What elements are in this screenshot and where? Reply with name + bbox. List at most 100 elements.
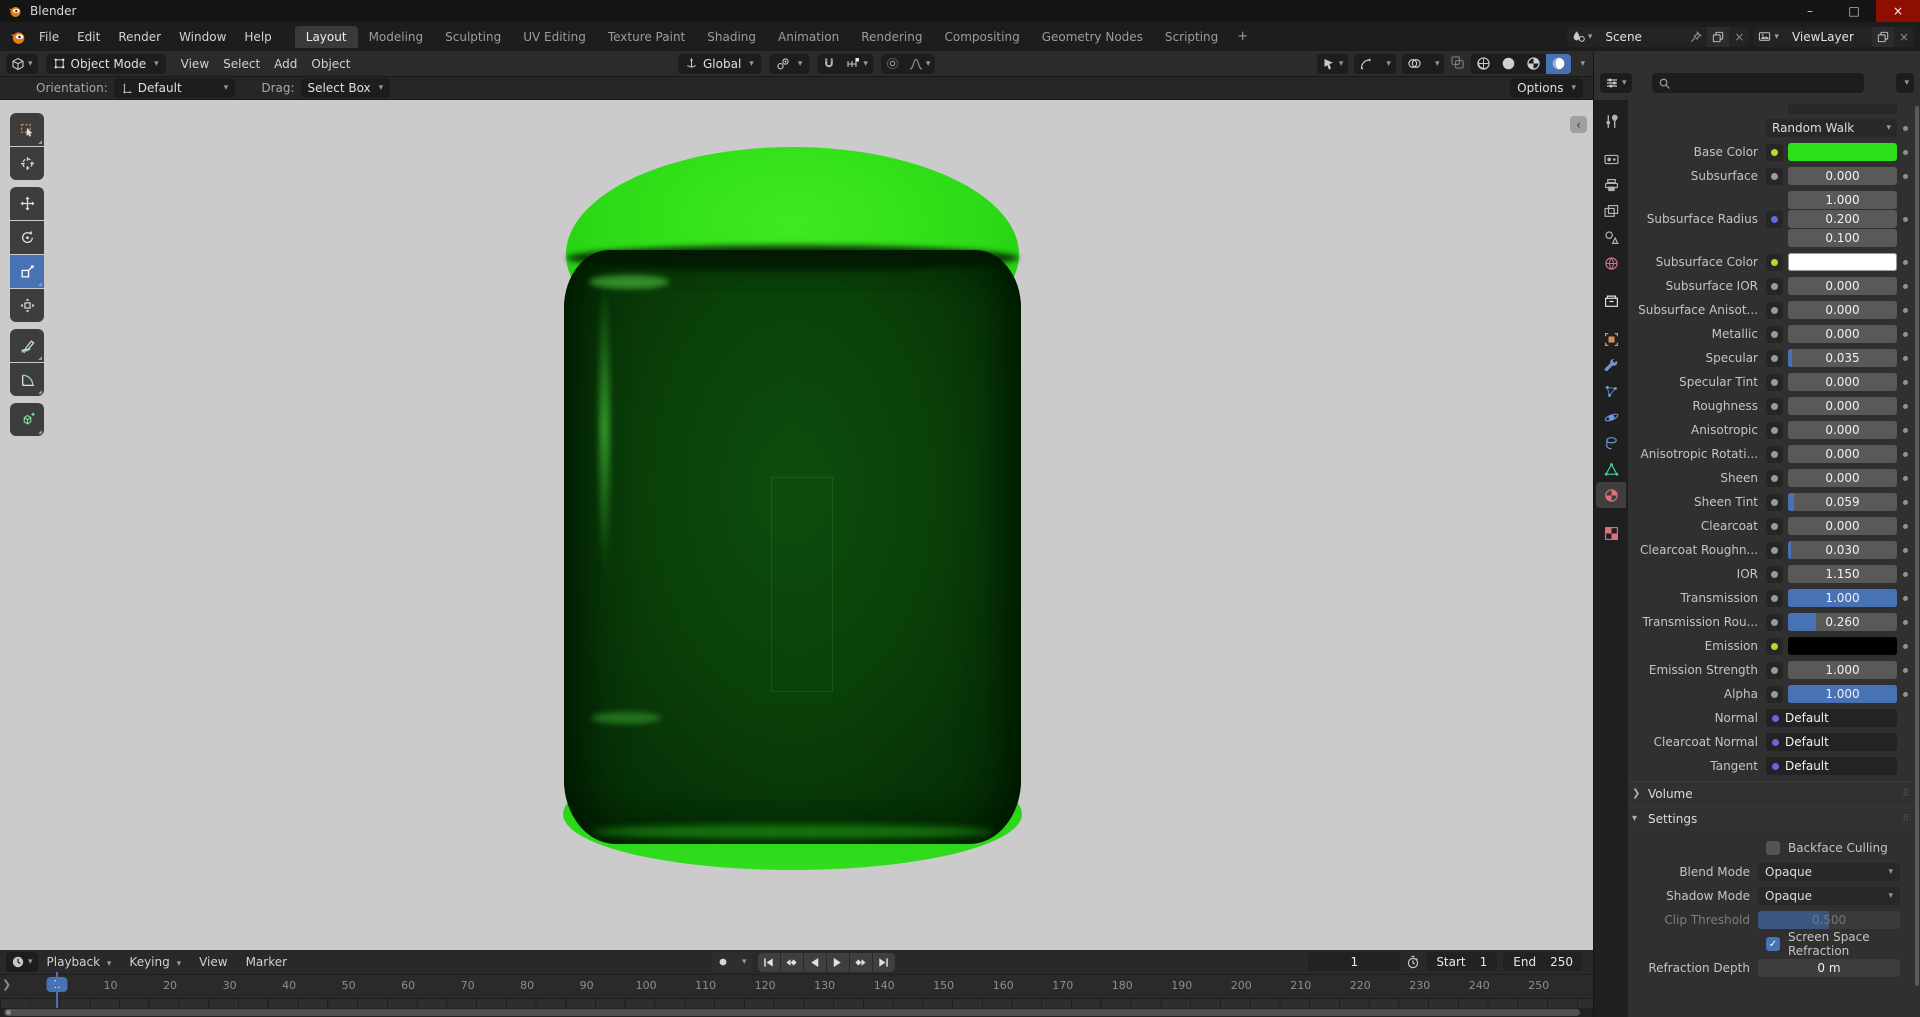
scroll-zoom-handle[interactable]: [6, 1010, 11, 1015]
viewport-menu-add[interactable]: Add: [267, 54, 304, 74]
viewport-menu-view[interactable]: View: [174, 54, 216, 74]
emission-strength-field[interactable]: 1.000: [1788, 661, 1897, 679]
gizmo-dropdown[interactable]: ▾: [1378, 54, 1396, 74]
properties-tab-view-layer[interactable]: [1596, 198, 1626, 224]
playhead-line[interactable]: [56, 972, 58, 1008]
clearcoat-normal-input[interactable]: Default: [1766, 733, 1897, 751]
base-color-swatch[interactable]: [1788, 143, 1897, 161]
next-keyframe-button[interactable]: [850, 953, 872, 972]
decorator-yellow-dot[interactable]: [1766, 254, 1783, 271]
decorator-gray-dot[interactable]: [1766, 590, 1783, 607]
current-frame-field[interactable]: 1: [1308, 952, 1400, 971]
animate-dot[interactable]: [1897, 404, 1914, 409]
green-mug-object[interactable]: [563, 147, 1022, 870]
jump-to-end-button[interactable]: [873, 953, 895, 972]
timeline-tracks[interactable]: [0, 998, 1593, 1008]
animate-dot[interactable]: [1897, 308, 1914, 313]
end-frame-field[interactable]: End250: [1503, 952, 1583, 971]
animate-dot[interactable]: [1897, 572, 1914, 577]
anisotropic-slider[interactable]: 0.000: [1788, 421, 1897, 439]
workspace-tab-uv-editing[interactable]: UV Editing: [512, 26, 597, 48]
properties-tab-object[interactable]: [1596, 326, 1626, 352]
viewlayer-new-button[interactable]: [1872, 27, 1894, 47]
workspace-tab-compositing[interactable]: Compositing: [933, 26, 1030, 48]
ior-field[interactable]: 1.150: [1788, 565, 1897, 583]
properties-editor-type-button[interactable]: ▾: [1600, 73, 1632, 93]
metallic-slider[interactable]: 0.000: [1788, 325, 1897, 343]
properties-tab-constraints[interactable]: [1596, 430, 1626, 456]
shading-solid-button[interactable]: [1496, 54, 1521, 74]
workspace-tab-geometry-nodes[interactable]: Geometry Nodes: [1031, 26, 1154, 48]
workspace-tab-rendering[interactable]: Rendering: [850, 26, 933, 48]
animate-dot[interactable]: [1897, 174, 1914, 179]
properties-filter-button[interactable]: ▾: [1896, 73, 1914, 93]
animate-dot[interactable]: [1897, 668, 1914, 673]
stopwatch-icon[interactable]: [1406, 955, 1420, 969]
tool-cursor-button[interactable]: [10, 147, 44, 180]
workspace-tab-modeling[interactable]: Modeling: [358, 26, 435, 48]
scene-browse-button[interactable]: ▾: [1567, 27, 1598, 47]
animate-dot[interactable]: [1897, 260, 1914, 265]
animate-dot[interactable]: [1897, 548, 1914, 553]
workspace-tab-shading[interactable]: Shading: [696, 26, 767, 48]
timeline-scroll-thumb[interactable]: [4, 1009, 1580, 1016]
subsurface-anisot--slider[interactable]: 0.000: [1788, 301, 1897, 319]
viewport-menu-select[interactable]: Select: [216, 54, 267, 74]
subsurface-radius-value-1[interactable]: 0.200: [1788, 210, 1897, 228]
animate-dot[interactable]: [1897, 356, 1914, 361]
screen-space-refraction-checkbox[interactable]: ✓: [1766, 937, 1780, 951]
properties-tab-output[interactable]: [1596, 172, 1626, 198]
tool-transform-button[interactable]: [10, 289, 44, 322]
overlays-toggle[interactable]: [1402, 54, 1427, 74]
viewlayer-remove-button[interactable]: ×: [1894, 27, 1914, 47]
transmission-slider[interactable]: 1.000: [1788, 589, 1897, 607]
animate-dot[interactable]: [1897, 692, 1914, 697]
decorator-gray-dot[interactable]: [1766, 374, 1783, 391]
timeline-scrollbar[interactable]: [0, 1008, 1593, 1017]
properties-tab-object-data[interactable]: [1596, 456, 1626, 482]
properties-tab-scene[interactable]: [1596, 224, 1626, 250]
timeline-menu-view[interactable]: View: [190, 952, 236, 972]
animate-dot[interactable]: [1897, 380, 1914, 385]
overlays-dropdown[interactable]: ▾: [1427, 54, 1445, 74]
subsurface-slider[interactable]: 0.000: [1788, 167, 1897, 185]
decorator-gray-dot[interactable]: [1766, 542, 1783, 559]
clearcoat-slider[interactable]: 0.000: [1788, 517, 1897, 535]
add-workspace-button[interactable]: +: [1229, 27, 1256, 46]
orientation-selector[interactable]: Global ▾: [678, 54, 761, 74]
animate-dot[interactable]: [1897, 150, 1914, 155]
close-button[interactable]: ×: [1876, 0, 1920, 22]
decorator-yellow-dot[interactable]: [1766, 144, 1783, 161]
anisotropic-rotati--slider[interactable]: 0.000: [1788, 445, 1897, 463]
menu-window[interactable]: Window: [170, 27, 235, 47]
decorator-gray-dot[interactable]: [1766, 398, 1783, 415]
animate-dot[interactable]: [1897, 126, 1914, 131]
workspace-tab-sculpting[interactable]: Sculpting: [434, 26, 512, 48]
properties-tab-modifiers[interactable]: [1596, 352, 1626, 378]
viewport-menu-object[interactable]: Object: [304, 54, 357, 74]
decorator-yellow-dot[interactable]: [1766, 638, 1783, 655]
specular-slider[interactable]: 0.035: [1788, 349, 1897, 367]
workspace-tab-texture-paint[interactable]: Texture Paint: [597, 26, 696, 48]
scene-unlink-button[interactable]: ×: [1729, 27, 1749, 47]
properties-tab-texture[interactable]: [1596, 520, 1626, 546]
normal-input[interactable]: Default: [1766, 709, 1897, 727]
menu-render[interactable]: Render: [109, 27, 170, 47]
decorator-purple-dot[interactable]: [1766, 211, 1783, 228]
sidebar-collapse-button[interactable]: ‹: [1570, 116, 1587, 133]
random-walk-select[interactable]: Random Walk▾: [1766, 119, 1897, 137]
decorator-gray-dot[interactable]: [1766, 350, 1783, 367]
scene-new-button[interactable]: [1707, 27, 1729, 47]
animate-dot[interactable]: [1897, 620, 1914, 625]
decorator-gray-dot[interactable]: [1766, 326, 1783, 343]
timeline-ruler[interactable]: 1 10203040506070809010011012013014015016…: [0, 974, 1593, 998]
decorator-gray-dot[interactable]: [1766, 518, 1783, 535]
decorator-gray-dot[interactable]: [1766, 278, 1783, 295]
subsurface-ior-slider[interactable]: 0.000: [1788, 277, 1897, 295]
tool-measure-button[interactable]: [10, 363, 44, 396]
decorator-gray-dot[interactable]: [1766, 494, 1783, 511]
workspace-tab-animation[interactable]: Animation: [767, 26, 850, 48]
tool-orientation-selector[interactable]: Default ▾: [114, 78, 236, 98]
auto-keyframe-button[interactable]: [712, 952, 734, 972]
decorator-gray-dot[interactable]: [1766, 662, 1783, 679]
